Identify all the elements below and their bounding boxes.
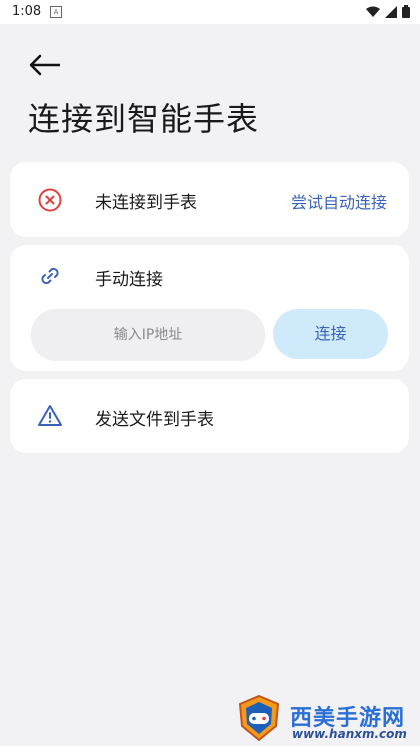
watermark: 西美手游网 www.hanxm.com	[236, 694, 416, 744]
warning-triangle-icon	[38, 405, 62, 426]
link-icon	[41, 267, 59, 285]
back-button[interactable]	[28, 50, 68, 80]
status-time: 1:08	[12, 4, 42, 19]
manual-connect-label: 手动连接	[95, 270, 163, 290]
status-bar: 1:08 A	[0, 0, 420, 24]
manual-connect-card: 手动连接 连接	[10, 245, 409, 371]
auto-connect-button[interactable]: 尝试自动连接	[291, 189, 387, 213]
ip-address-input[interactable]	[31, 309, 265, 361]
send-file-label: 发送文件到手表	[95, 410, 214, 430]
signal-icon	[385, 5, 397, 18]
connection-status-card: 未连接到手表 尝试自动连接	[10, 162, 409, 237]
gamepad-shield-logo-icon	[238, 694, 280, 742]
status-icons	[366, 5, 410, 18]
connection-status-text: 未连接到手表	[95, 193, 197, 213]
page-title: 连接到智能手表	[28, 100, 260, 138]
connect-button[interactable]: 连接	[273, 309, 388, 359]
notification-icon: A	[50, 6, 62, 18]
battery-icon	[402, 5, 410, 18]
arrow-left-icon	[29, 54, 60, 76]
send-file-card[interactable]: 发送文件到手表	[10, 379, 409, 453]
wifi-icon	[366, 6, 380, 17]
watermark-url: www.hanxm.com	[292, 727, 407, 741]
error-circle-icon	[38, 188, 62, 212]
